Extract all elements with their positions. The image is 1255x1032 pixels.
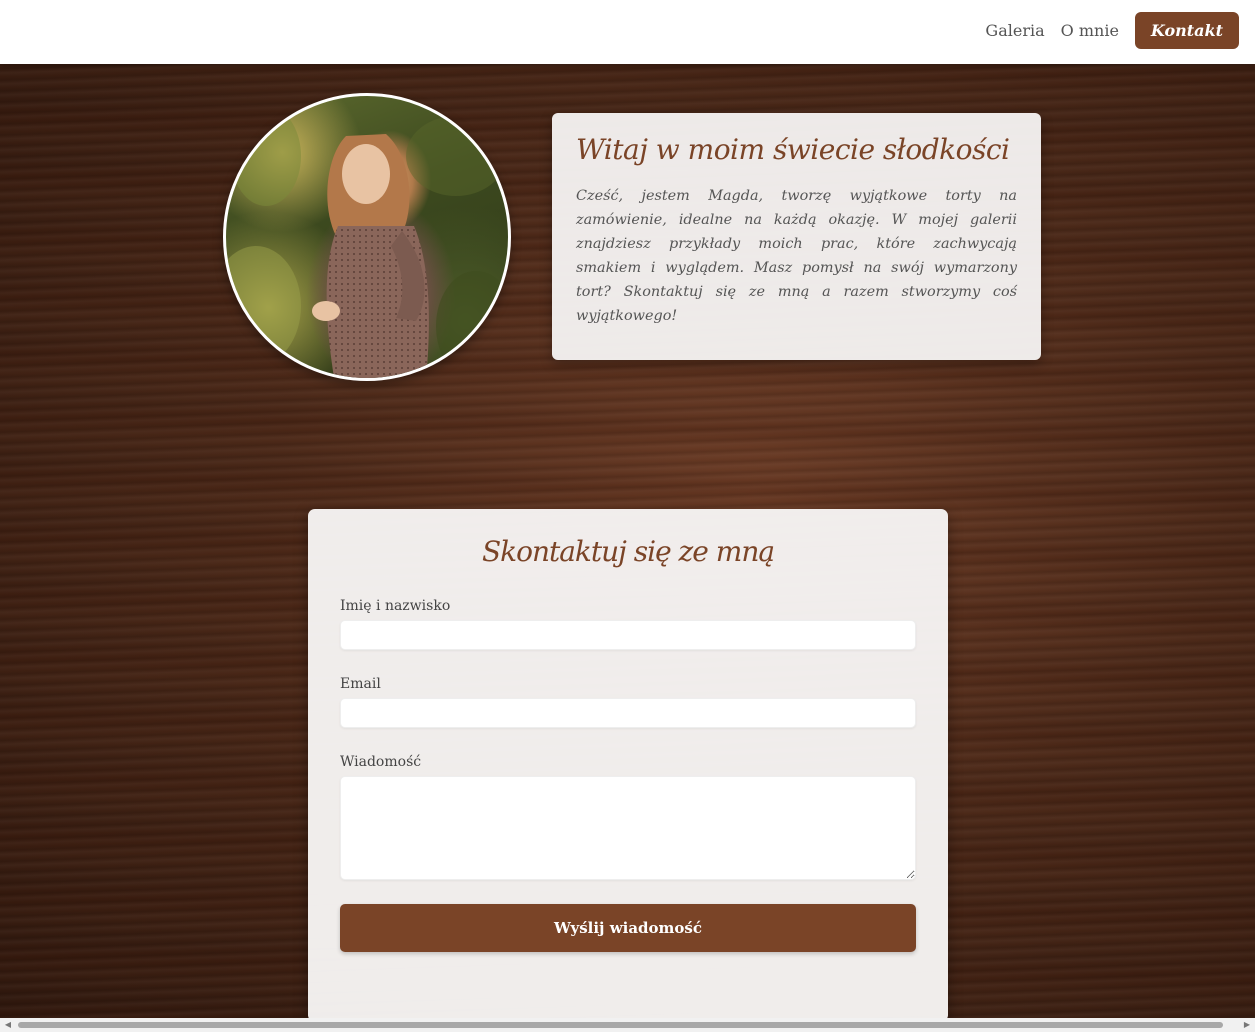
nav-links: Galeria O mnie Kontakt	[985, 12, 1239, 49]
navbar: Galeria O mnie Kontakt	[0, 0, 1255, 64]
name-field[interactable]	[340, 620, 916, 650]
message-field[interactable]	[340, 776, 916, 880]
chevron-right-icon[interactable]: ▶	[1241, 1020, 1253, 1030]
horizontal-scrollbar[interactable]: ◀ ▶	[0, 1018, 1255, 1032]
about-card: Witaj w moim świecie słodkości Cześć, je…	[552, 113, 1041, 360]
profile-photo	[223, 93, 511, 381]
nav-link-o-mnie[interactable]: O mnie	[1061, 21, 1119, 40]
about-text: Cześć, jestem Magda, tworzę wyjątkowe to…	[576, 188, 1017, 324]
name-field-label: Imię i nazwisko	[340, 598, 451, 614]
contact-form-card: Skontaktuj się ze mną Imię i nazwisko Em…	[308, 509, 948, 1022]
contact-form: Imię i nazwisko Email Wiadomość Wyślij w…	[340, 598, 916, 952]
contact-form-title: Skontaktuj się ze mną	[481, 535, 775, 568]
nav-link-kontakt[interactable]: Kontakt	[1134, 12, 1239, 49]
nav-link-galeria[interactable]: Galeria	[985, 21, 1044, 40]
about-title: Witaj w moim świecie słodkości	[576, 133, 1010, 166]
chevron-left-icon[interactable]: ◀	[2, 1020, 14, 1030]
email-field[interactable]	[340, 698, 916, 728]
email-field-label: Email	[340, 676, 381, 692]
submit-button[interactable]: Wyślij wiadomość	[340, 904, 916, 952]
scrollbar-thumb[interactable]	[18, 1022, 1223, 1028]
message-field-label: Wiadomość	[340, 754, 422, 770]
profile-photo-illustration	[226, 106, 508, 378]
